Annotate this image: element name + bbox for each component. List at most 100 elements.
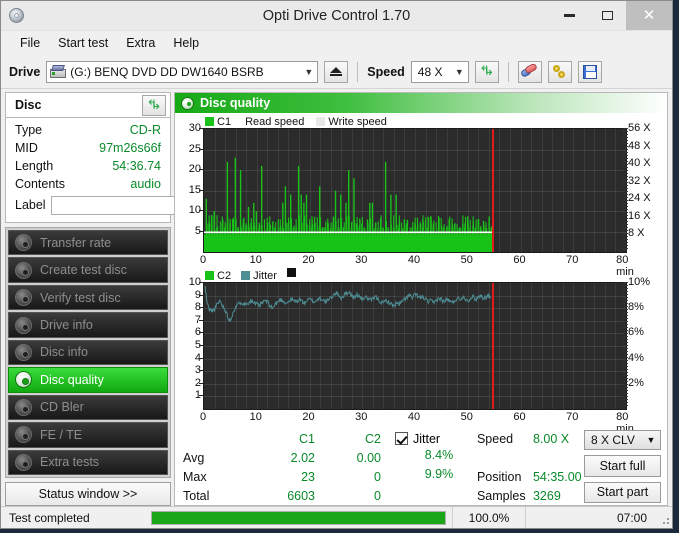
sidebar-item-label: FE / TE (40, 427, 83, 442)
disc-length-value: 54:36.74 (112, 159, 161, 173)
sidebar-item-disc-info[interactable]: Disc info (8, 339, 168, 366)
sidebar-item-label: Create test disc (40, 263, 127, 278)
table-row: Avg 2.02 0.00 (183, 448, 381, 467)
toolbar-divider (357, 61, 359, 82)
x-tick-label: 10 (249, 411, 262, 423)
status-window-button[interactable]: Status window >> (5, 482, 171, 506)
eject-button[interactable] (324, 60, 349, 83)
sidebar-item-fe-te[interactable]: FE / TE (8, 422, 168, 448)
disc-info-row-mid: MID 97m26s66f (15, 139, 161, 157)
disc-refresh-button[interactable]: ↰ ↳ (142, 94, 166, 116)
legend-item-jitter: Jitter (241, 270, 277, 282)
chevron-down-icon: ▼ (646, 435, 656, 446)
x-tick-label: 60 (513, 254, 526, 266)
speed-select[interactable]: 48 X ▼ (410, 60, 469, 83)
refresh-button[interactable]: ↰ ↳ (474, 60, 499, 83)
disc-icon (15, 371, 32, 389)
c1-plot-area[interactable] (203, 128, 627, 253)
stats-row-label-avg: Avg (183, 450, 205, 465)
x-tick-label: 30 (355, 411, 368, 423)
menu-item-extra[interactable]: Extra (117, 34, 164, 52)
sidebar-item-verify-test-disc[interactable]: Verify test disc (8, 284, 168, 311)
write-speed-select[interactable]: 8 X CLV ▼ (584, 430, 661, 451)
charts-container: C1 Read speed Write speed 5 10 15 20 25 30 (175, 113, 667, 436)
maximize-button[interactable] (588, 1, 626, 30)
drive-select[interactable]: (G:) BENQ DVD DD DW1640 BSRB ▼ (46, 60, 319, 83)
menu-item-start-test[interactable]: Start test (49, 34, 117, 52)
menu-item-help[interactable]: Help (164, 34, 208, 52)
c1-error-chart: C1 Read speed Write speed 5 10 15 20 25 30 (177, 115, 663, 279)
status-bar: Test completed 100.0% 07:00 (1, 506, 672, 528)
c2-plot-area[interactable] (203, 282, 627, 410)
write-speed-value: 8 X CLV (591, 433, 635, 448)
x-tick-label: 10 (249, 254, 262, 266)
save-floppy-icon (582, 64, 597, 79)
key-icon (552, 64, 567, 79)
speed-select-value: 48 X (417, 64, 443, 79)
disc-quality-title: Disc quality (200, 96, 271, 110)
speed-row: Speed 8.00 X (477, 429, 584, 448)
close-button[interactable]: ✕ (626, 1, 672, 30)
x-tick-label: 20 (302, 411, 315, 423)
sidebar-item-drive-info[interactable]: Drive info (8, 312, 168, 338)
disc-type-value: CD-R (129, 123, 161, 137)
x-tick-label: 50 (460, 411, 473, 423)
sidebar-item-label: Drive info (40, 318, 93, 333)
stats-total-c1: 6603 (287, 488, 315, 503)
minimize-button[interactable] (550, 1, 588, 30)
legend-label-jitter: Jitter (253, 269, 277, 282)
y-tick-label-right: 24 X (628, 192, 651, 205)
legend-item-write-speed: Write speed (316, 116, 387, 128)
key-button[interactable] (547, 60, 572, 83)
sidebar-item-label: Transfer rate (40, 235, 112, 250)
jitter-label: Jitter (413, 431, 441, 446)
title-bar: Opti Drive Control 1.70 ✕ (1, 1, 672, 31)
disc-info-row-type: Type CD-R (15, 121, 161, 139)
y-tick-label-right: 6% (628, 326, 644, 339)
stats-header-row: C1 C2 (183, 429, 381, 448)
sidebar-item-create-test-disc[interactable]: Create test disc (8, 257, 168, 283)
c1-x-axis: 0 10 20 30 40 50 60 70 80 min (200, 253, 634, 278)
c2-plot-row: 1 2 3 4 5 6 7 8 9 10 2% 4% 6% 8% 10% (177, 276, 663, 410)
speed-label: Speed (367, 64, 405, 79)
legend-swatch-write-speed (316, 117, 326, 126)
disc-contents-value: audio (130, 177, 161, 191)
menu-item-file[interactable]: File (11, 34, 49, 52)
disc-info-panel: Type CD-R MID 97m26s66f Length 54:36.74 … (5, 117, 256, 223)
c1-chart-legend: C1 Read speed Write speed (177, 115, 663, 128)
start-full-button[interactable]: Start full (584, 455, 661, 477)
stats-avg-c1: 2.02 (290, 450, 315, 465)
application-window: Opti Drive Control 1.70 ✕ File Start tes… (0, 0, 673, 529)
window-controls: ✕ (550, 1, 672, 30)
jitter-checkbox[interactable] (395, 432, 408, 445)
disc-length-label: Length (15, 159, 54, 173)
refresh-arrows-icon: ↰ ↳ (146, 96, 162, 112)
resize-grip-icon[interactable] (657, 512, 669, 524)
disc-icon (15, 234, 32, 252)
app-disc-icon (8, 7, 26, 25)
legend-item-c1: C1 (205, 116, 231, 128)
minimize-icon (563, 14, 575, 17)
sidebar-item-extra-tests[interactable]: Extra tests (8, 449, 168, 475)
save-button[interactable] (577, 60, 602, 83)
x-tick-label: 70 (566, 411, 579, 423)
legend-swatch-c1 (205, 117, 214, 126)
disc-quality-panel: Disc quality C1 Read speed Write speed 5… (174, 92, 668, 506)
x-tick-label: 0 (199, 411, 207, 423)
sidebar-item-disc-quality[interactable]: Disc quality (8, 367, 168, 393)
error-stats-table: C1 C2 Avg 2.02 0.00 Max 23 0 Total 6603 … (183, 429, 381, 503)
c1-y-axis-left: 5 10 15 20 25 30 (177, 122, 203, 253)
stats-max-c2: 0 (374, 469, 381, 484)
sidebar-item-cd-bler[interactable]: CD Bler (8, 394, 168, 421)
x-tick-label: 30 (355, 254, 368, 266)
drive-icon (50, 65, 67, 78)
x-tick-label: 40 (407, 254, 421, 266)
stats-col-c1: C1 (299, 431, 315, 446)
main-body: Disc ↰ ↳ Type CD-R MID 97m26s66f Length 5… (1, 89, 672, 506)
sidebar: Disc ↰ ↳ Type CD-R MID 97m26s66f Length 5… (5, 92, 256, 506)
erase-button[interactable] (517, 60, 542, 83)
jitter-toggle-row: Jitter (395, 429, 477, 448)
legend-item-c2: C2 (205, 270, 231, 282)
start-part-button[interactable]: Start part (584, 481, 661, 504)
sidebar-item-transfer-rate[interactable]: Transfer rate (8, 230, 168, 256)
